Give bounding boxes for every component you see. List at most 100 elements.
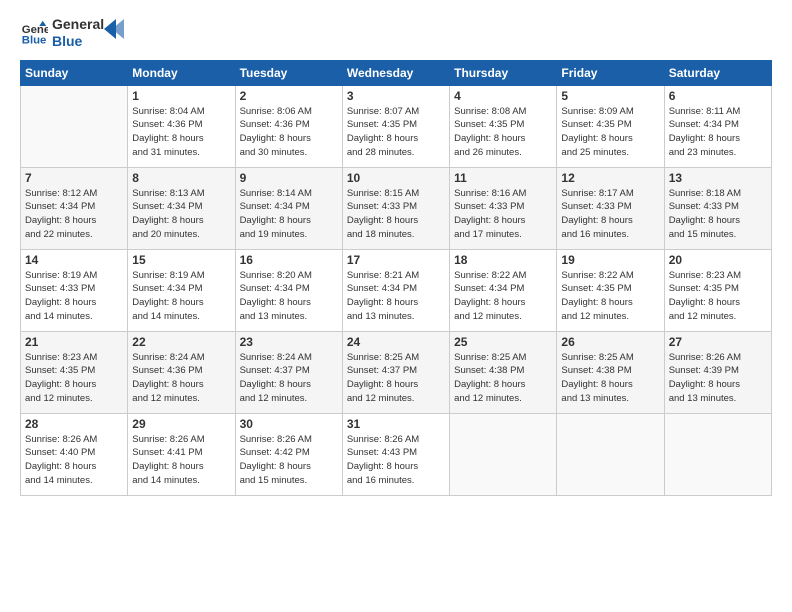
- day-info: Sunrise: 8:26 AMSunset: 4:39 PMDaylight:…: [669, 351, 767, 406]
- day-number: 17: [347, 253, 445, 267]
- day-info: Sunrise: 8:15 AMSunset: 4:33 PMDaylight:…: [347, 187, 445, 242]
- day-info: Sunrise: 8:14 AMSunset: 4:34 PMDaylight:…: [240, 187, 338, 242]
- calendar-cell: 28 Sunrise: 8:26 AMSunset: 4:40 PMDayligh…: [21, 413, 128, 495]
- day-number: 4: [454, 89, 552, 103]
- day-number: 21: [25, 335, 123, 349]
- day-number: 16: [240, 253, 338, 267]
- calendar-cell: 6 Sunrise: 8:11 AMSunset: 4:34 PMDaylight…: [664, 85, 771, 167]
- day-info: Sunrise: 8:24 AMSunset: 4:37 PMDaylight:…: [240, 351, 338, 406]
- day-number: 23: [240, 335, 338, 349]
- day-number: 15: [132, 253, 230, 267]
- calendar-cell: 8 Sunrise: 8:13 AMSunset: 4:34 PMDaylight…: [128, 167, 235, 249]
- calendar-cell: 26 Sunrise: 8:25 AMSunset: 4:38 PMDayligh…: [557, 331, 664, 413]
- calendar-cell: 13Sunrise: 8:18 AMSunset: 4:33 PMDayligh…: [664, 167, 771, 249]
- calendar-cell: 30 Sunrise: 8:26 AMSunset: 4:42 PMDayligh…: [235, 413, 342, 495]
- day-info: Sunrise: 8:17 AMSunset: 4:33 PMDaylight:…: [561, 187, 659, 242]
- calendar-cell: 5 Sunrise: 8:09 AMSunset: 4:35 PMDaylight…: [557, 85, 664, 167]
- col-header-saturday: Saturday: [664, 60, 771, 85]
- day-info: Sunrise: 8:23 AMSunset: 4:35 PMDaylight:…: [25, 351, 123, 406]
- day-info: Sunrise: 8:11 AMSunset: 4:34 PMDaylight:…: [669, 105, 767, 160]
- calendar-cell: 1 Sunrise: 8:04 AMSunset: 4:36 PMDaylight…: [128, 85, 235, 167]
- day-number: 7: [25, 171, 123, 185]
- day-info: Sunrise: 8:26 AMSunset: 4:42 PMDaylight:…: [240, 433, 338, 488]
- day-number: 12: [561, 171, 659, 185]
- day-number: 27: [669, 335, 767, 349]
- day-number: 8: [132, 171, 230, 185]
- day-number: 2: [240, 89, 338, 103]
- calendar-week-row: 21 Sunrise: 8:23 AMSunset: 4:35 PMDayligh…: [21, 331, 772, 413]
- calendar-cell: 19 Sunrise: 8:22 AMSunset: 4:35 PMDayligh…: [557, 249, 664, 331]
- svg-text:Blue: Blue: [22, 34, 47, 46]
- day-info: Sunrise: 8:25 AMSunset: 4:38 PMDaylight:…: [561, 351, 659, 406]
- day-number: 29: [132, 417, 230, 431]
- day-number: 9: [240, 171, 338, 185]
- day-info: Sunrise: 8:09 AMSunset: 4:35 PMDaylight:…: [561, 105, 659, 160]
- day-number: 22: [132, 335, 230, 349]
- calendar-week-row: 28 Sunrise: 8:26 AMSunset: 4:40 PMDayligh…: [21, 413, 772, 495]
- calendar-cell: 10Sunrise: 8:15 AMSunset: 4:33 PMDayligh…: [342, 167, 449, 249]
- calendar-cell: 27 Sunrise: 8:26 AMSunset: 4:39 PMDayligh…: [664, 331, 771, 413]
- day-info: Sunrise: 8:26 AMSunset: 4:41 PMDaylight:…: [132, 433, 230, 488]
- calendar-cell: 3Sunrise: 8:07 AMSunset: 4:35 PMDaylight…: [342, 85, 449, 167]
- calendar-cell: 20 Sunrise: 8:23 AMSunset: 4:35 PMDayligh…: [664, 249, 771, 331]
- header: General Blue General Blue: [20, 16, 772, 50]
- day-info: Sunrise: 8:06 AMSunset: 4:36 PMDaylight:…: [240, 105, 338, 160]
- page: General Blue General Blue SundayMondayTu…: [0, 0, 792, 612]
- col-header-friday: Friday: [557, 60, 664, 85]
- day-info: Sunrise: 8:25 AMSunset: 4:38 PMDaylight:…: [454, 351, 552, 406]
- calendar-cell: [450, 413, 557, 495]
- calendar-cell: [557, 413, 664, 495]
- logo-blue: Blue: [52, 33, 104, 50]
- day-info: Sunrise: 8:12 AMSunset: 4:34 PMDaylight:…: [25, 187, 123, 242]
- day-number: 26: [561, 335, 659, 349]
- day-info: Sunrise: 8:25 AMSunset: 4:37 PMDaylight:…: [347, 351, 445, 406]
- calendar-table: SundayMondayTuesdayWednesdayThursdayFrid…: [20, 60, 772, 496]
- calendar-week-row: 14 Sunrise: 8:19 AMSunset: 4:33 PMDayligh…: [21, 249, 772, 331]
- day-number: 14: [25, 253, 123, 267]
- day-info: Sunrise: 8:19 AMSunset: 4:33 PMDaylight:…: [25, 269, 123, 324]
- calendar-cell: 22 Sunrise: 8:24 AMSunset: 4:36 PMDayligh…: [128, 331, 235, 413]
- calendar-week-row: 7 Sunrise: 8:12 AMSunset: 4:34 PMDaylight…: [21, 167, 772, 249]
- calendar-week-row: 1 Sunrise: 8:04 AMSunset: 4:36 PMDaylight…: [21, 85, 772, 167]
- day-number: 25: [454, 335, 552, 349]
- calendar-cell: 21 Sunrise: 8:23 AMSunset: 4:35 PMDayligh…: [21, 331, 128, 413]
- day-info: Sunrise: 8:21 AMSunset: 4:34 PMDaylight:…: [347, 269, 445, 324]
- day-info: Sunrise: 8:26 AMSunset: 4:40 PMDaylight:…: [25, 433, 123, 488]
- logo-arrow-icon: [104, 19, 124, 39]
- day-info: Sunrise: 8:04 AMSunset: 4:36 PMDaylight:…: [132, 105, 230, 160]
- day-info: Sunrise: 8:20 AMSunset: 4:34 PMDaylight:…: [240, 269, 338, 324]
- calendar-cell: 18Sunrise: 8:22 AMSunset: 4:34 PMDayligh…: [450, 249, 557, 331]
- day-info: Sunrise: 8:24 AMSunset: 4:36 PMDaylight:…: [132, 351, 230, 406]
- calendar-cell: 23 Sunrise: 8:24 AMSunset: 4:37 PMDayligh…: [235, 331, 342, 413]
- calendar-header-row: SundayMondayTuesdayWednesdayThursdayFrid…: [21, 60, 772, 85]
- col-header-monday: Monday: [128, 60, 235, 85]
- day-number: 31: [347, 417, 445, 431]
- day-number: 1: [132, 89, 230, 103]
- logo-icon: General Blue: [20, 19, 48, 47]
- calendar-cell: [21, 85, 128, 167]
- day-number: 11: [454, 171, 552, 185]
- day-number: 6: [669, 89, 767, 103]
- day-info: Sunrise: 8:18 AMSunset: 4:33 PMDaylight:…: [669, 187, 767, 242]
- day-number: 5: [561, 89, 659, 103]
- calendar-cell: 2 Sunrise: 8:06 AMSunset: 4:36 PMDaylight…: [235, 85, 342, 167]
- calendar-cell: 9 Sunrise: 8:14 AMSunset: 4:34 PMDaylight…: [235, 167, 342, 249]
- day-info: Sunrise: 8:22 AMSunset: 4:35 PMDaylight:…: [561, 269, 659, 324]
- day-info: Sunrise: 8:23 AMSunset: 4:35 PMDaylight:…: [669, 269, 767, 324]
- day-info: Sunrise: 8:13 AMSunset: 4:34 PMDaylight:…: [132, 187, 230, 242]
- calendar-cell: 17 Sunrise: 8:21 AMSunset: 4:34 PMDayligh…: [342, 249, 449, 331]
- calendar-cell: 31Sunrise: 8:26 AMSunset: 4:43 PMDayligh…: [342, 413, 449, 495]
- calendar-cell: 15Sunrise: 8:19 AMSunset: 4:34 PMDayligh…: [128, 249, 235, 331]
- calendar-cell: 7 Sunrise: 8:12 AMSunset: 4:34 PMDaylight…: [21, 167, 128, 249]
- day-number: 30: [240, 417, 338, 431]
- day-number: 20: [669, 253, 767, 267]
- calendar-cell: 12 Sunrise: 8:17 AMSunset: 4:33 PMDayligh…: [557, 167, 664, 249]
- calendar-cell: 25 Sunrise: 8:25 AMSunset: 4:38 PMDayligh…: [450, 331, 557, 413]
- day-number: 19: [561, 253, 659, 267]
- day-number: 28: [25, 417, 123, 431]
- calendar-cell: 29 Sunrise: 8:26 AMSunset: 4:41 PMDayligh…: [128, 413, 235, 495]
- col-header-sunday: Sunday: [21, 60, 128, 85]
- calendar-cell: 14 Sunrise: 8:19 AMSunset: 4:33 PMDayligh…: [21, 249, 128, 331]
- col-header-tuesday: Tuesday: [235, 60, 342, 85]
- logo: General Blue General Blue: [20, 16, 124, 50]
